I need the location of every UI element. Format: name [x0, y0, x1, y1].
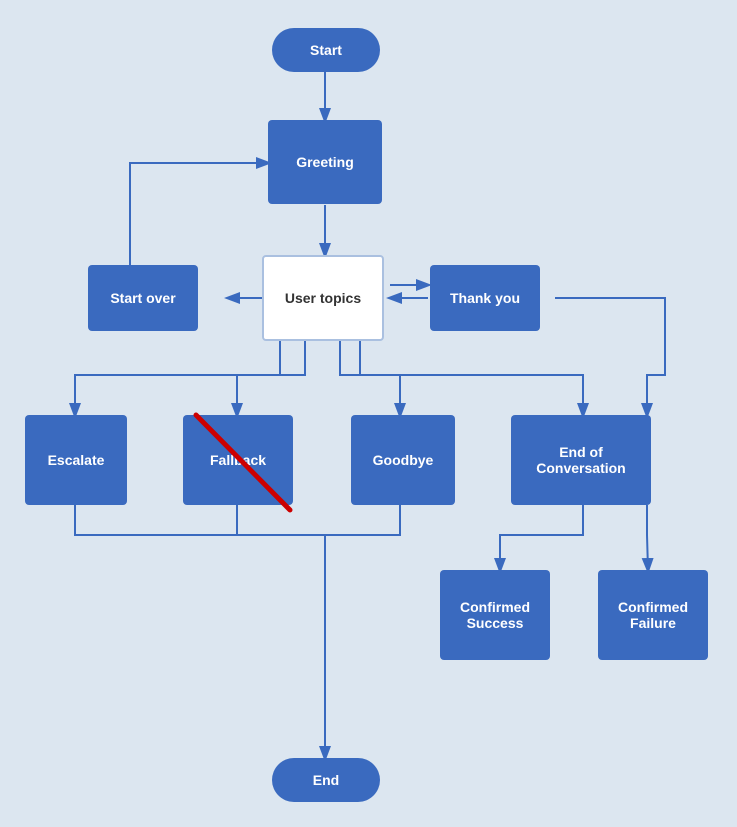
fallback-node: Fallback: [183, 415, 293, 505]
escalate-node: Escalate: [25, 415, 127, 505]
goodbye-node: Goodbye: [351, 415, 455, 505]
flowchart: Start Greeting User topics Start over Th…: [0, 0, 737, 827]
confirmed-failure-node: Confirmed Failure: [598, 570, 708, 660]
end-of-conversation-node: End of Conversation: [511, 415, 651, 505]
start-node: Start: [272, 28, 380, 72]
start-over-node: Start over: [88, 265, 198, 331]
greeting-node: Greeting: [268, 120, 382, 204]
user-topics-node: User topics: [262, 255, 384, 341]
end-node: End: [272, 758, 380, 802]
confirmed-success-node: Confirmed Success: [440, 570, 550, 660]
thank-you-node: Thank you: [430, 265, 540, 331]
